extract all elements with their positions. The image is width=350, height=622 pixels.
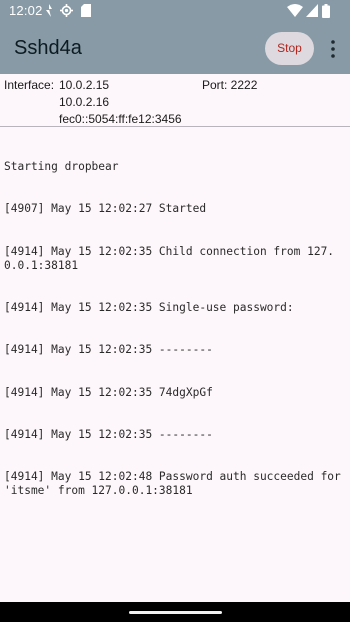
stop-button[interactable]: Stop (265, 32, 314, 65)
settings-gear-icon (60, 4, 73, 17)
more-vert-icon[interactable] (323, 38, 343, 60)
interface-label: Interface: (4, 78, 55, 92)
log-line: [4914] May 15 12:02:35 74dgXpGf (4, 385, 213, 399)
sd-card-icon (81, 4, 91, 17)
navigation-bar (0, 602, 350, 622)
interface-address: 10.0.2.15 (59, 78, 110, 92)
phone-screen: 12:02 Sshd4a Stop Interface: 10.0.2.15 1… (0, 0, 350, 622)
status-bar: 12:02 (0, 0, 350, 22)
server-info: Interface: 10.0.2.15 10.0.2.16 fec0::505… (0, 74, 350, 126)
interface-address: fec0::5054:ff:fe12:3456 (59, 112, 182, 126)
app-bar: Sshd4a Stop (0, 22, 350, 74)
notification-icon (46, 4, 52, 17)
interface-address: 10.0.2.16 (59, 95, 110, 109)
app-title: Sshd4a (14, 37, 82, 59)
log-line: [4914] May 15 12:02:35 Child connection … (4, 244, 335, 272)
wifi-icon (287, 4, 303, 17)
home-gesture-handle[interactable] (129, 611, 222, 614)
log-line: [4914] May 15 12:02:35 Single-use passwo… (4, 301, 294, 315)
port-label: Port: 2222 (202, 78, 258, 92)
log-line: [4914] May 15 12:02:48 Password auth suc… (4, 470, 348, 498)
status-time: 12:02 (9, 3, 43, 18)
log-output[interactable]: Starting dropbear [4907] May 15 12:02:27… (4, 132, 346, 527)
log-line: Starting dropbear (4, 160, 119, 174)
battery-icon (322, 4, 330, 18)
log-line: [4914] May 15 12:02:35 -------- (4, 343, 213, 357)
log-line: [4907] May 15 12:02:27 Started (4, 202, 207, 216)
log-line: [4914] May 15 12:02:35 -------- (4, 427, 213, 441)
signal-icon (306, 4, 318, 17)
divider (0, 126, 350, 127)
